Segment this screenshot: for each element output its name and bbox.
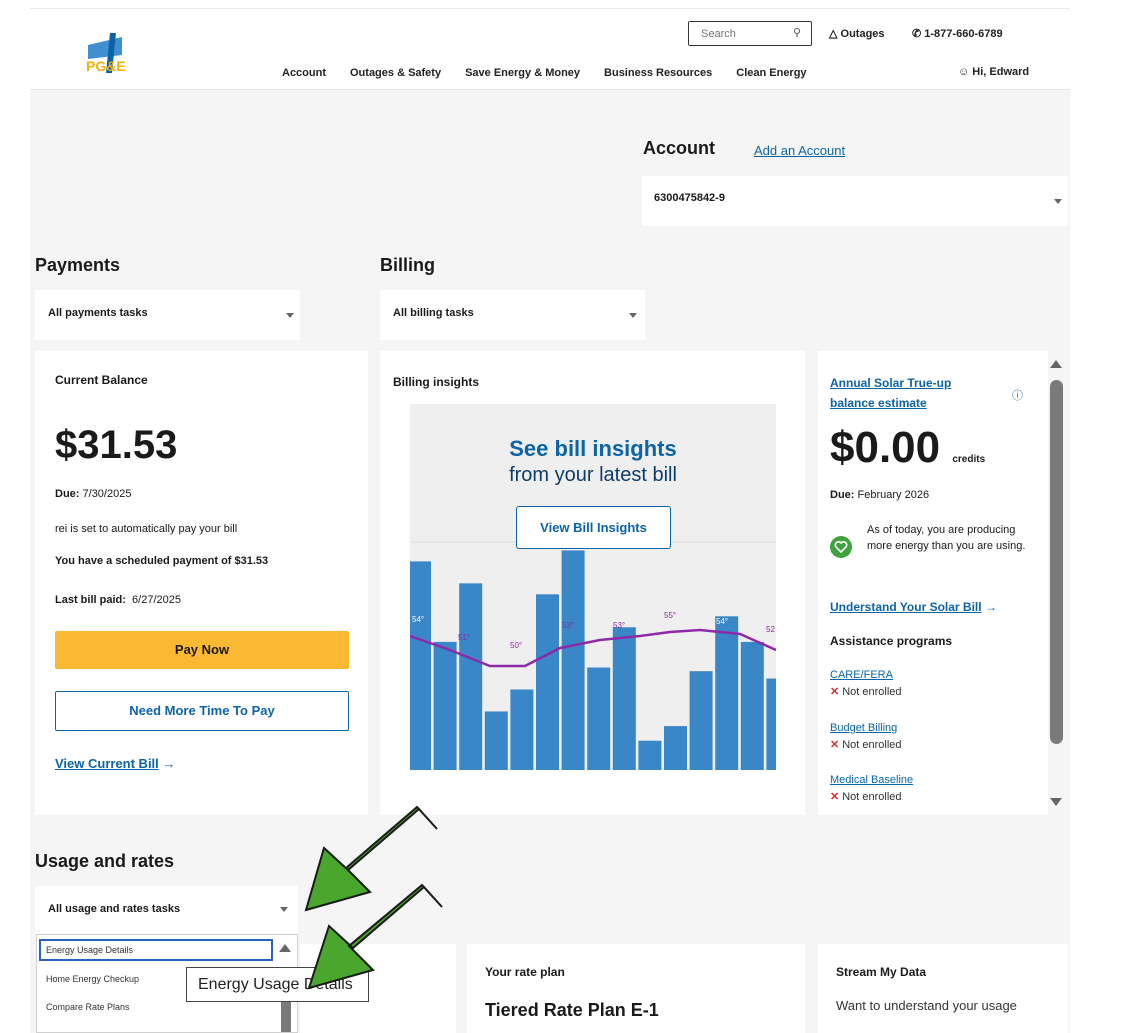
arrow-icon	[304, 805, 438, 912]
annotation-arrows	[304, 805, 443, 990]
